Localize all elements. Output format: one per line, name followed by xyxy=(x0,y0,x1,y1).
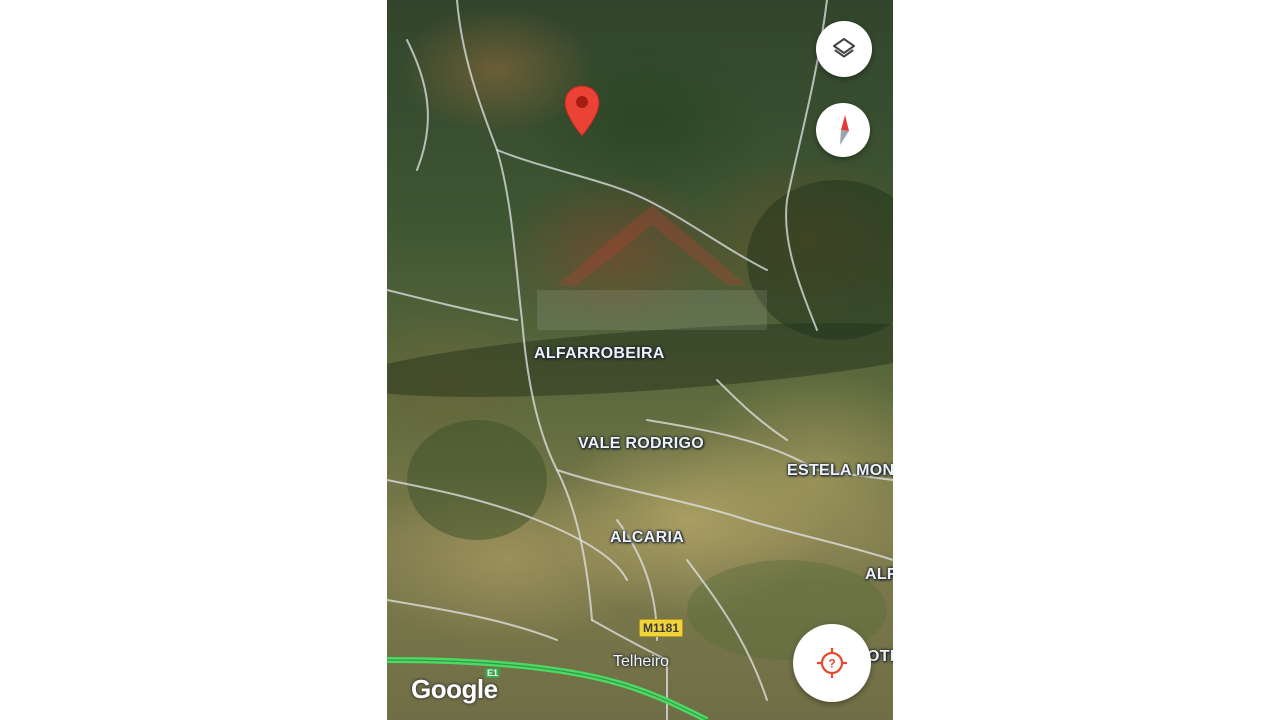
place-label-estela[interactable]: ESTELA MON xyxy=(787,462,893,480)
my-location-button[interactable]: ? xyxy=(793,624,871,702)
svg-text:?: ? xyxy=(828,657,835,671)
place-label-alfarrobeira[interactable]: ALFARROBEIRA xyxy=(534,345,665,363)
google-logo: Google xyxy=(411,674,498,704)
compass-button[interactable] xyxy=(816,103,870,157)
road-shield-m1181: M1181 xyxy=(639,619,684,637)
layers-icon xyxy=(833,38,855,58)
place-label-telheiro[interactable]: Telheiro xyxy=(613,653,669,671)
satellite-map[interactable]: ALFARROBEIRA VALE RODRIGO ESTELA MON ALC… xyxy=(387,0,893,720)
place-label-alcaria[interactable]: ALCARIA xyxy=(610,529,684,547)
layers-button[interactable] xyxy=(816,21,872,77)
compass-icon xyxy=(840,115,849,145)
location-unknown-icon: ? xyxy=(817,648,847,678)
screen: ALFARROBEIRA VALE RODRIGO ESTELA MON ALC… xyxy=(0,0,1280,720)
place-label-vale-rodrigo[interactable]: VALE RODRIGO xyxy=(578,435,704,453)
location-pin-icon[interactable] xyxy=(563,84,601,138)
place-label-alf-partial[interactable]: ALF xyxy=(865,566,893,584)
